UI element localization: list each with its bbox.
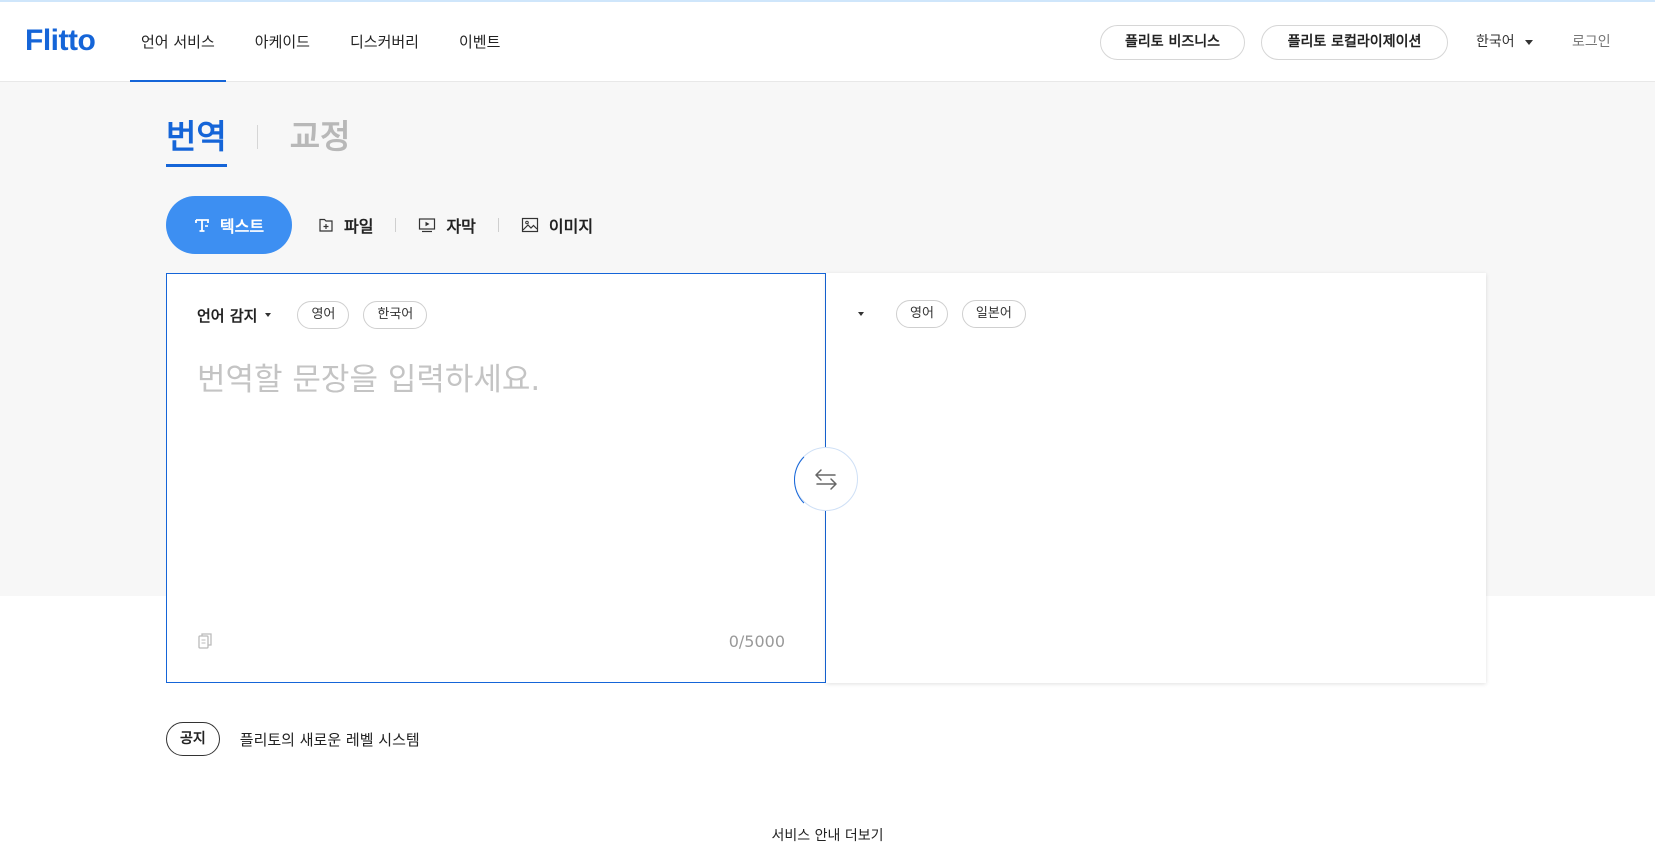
target-chip-japanese[interactable]: 일본어 xyxy=(961,300,1026,328)
copy-icon[interactable] xyxy=(197,632,213,654)
source-text-input[interactable] xyxy=(197,354,797,554)
login-link[interactable]: 로그인 xyxy=(1572,25,1611,60)
tab-proofread[interactable]: 교정 xyxy=(290,110,351,164)
chevron-down-icon[interactable] xyxy=(858,312,864,316)
swap-arrows-icon xyxy=(815,469,837,490)
notice-link[interactable]: 플리토의 새로운 레벨 시스템 xyxy=(240,729,420,750)
tab-subtitle-label: 자막 xyxy=(446,217,476,236)
service-info-more-link[interactable]: 서비스 안내 더보기 xyxy=(0,825,1655,845)
tab-subtitle[interactable]: 자막 xyxy=(418,196,476,254)
language-selector[interactable]: 한국어 xyxy=(1476,25,1533,60)
flitto-localization-button[interactable]: 플리토 로컬라이제이션 xyxy=(1261,25,1448,60)
source-chip-english[interactable]: 영어 xyxy=(297,301,350,329)
image-icon xyxy=(521,217,539,233)
target-chip-english[interactable]: 영어 xyxy=(896,300,948,328)
mode-tabs: 번역 교정 xyxy=(166,110,351,167)
source-panel: 언어 감지 영어 한국어 0/5000 xyxy=(166,273,826,683)
source-chip-korean[interactable]: 한국어 xyxy=(363,301,428,329)
tab-file-label: 파일 xyxy=(344,217,374,236)
tab-file[interactable]: 파일 xyxy=(318,196,373,254)
tab-image[interactable]: 이미지 xyxy=(521,196,593,254)
nav-event[interactable]: 이벤트 xyxy=(448,2,511,82)
source-language-row: 언어 감지 영어 한국어 xyxy=(197,301,441,329)
chevron-down-icon xyxy=(265,313,272,317)
nav-discovery[interactable]: 디스커버리 xyxy=(339,2,430,82)
nav-arcade[interactable]: 아케이드 xyxy=(244,2,321,82)
swap-languages-button[interactable] xyxy=(794,447,858,513)
file-add-icon xyxy=(319,218,333,232)
divider xyxy=(395,218,397,232)
language-selector-label: 한국어 xyxy=(1476,34,1515,50)
flitto-logo[interactable]: Flitto xyxy=(25,24,96,58)
notice-badge: 공지 xyxy=(166,722,220,756)
tab-text-label: 텍스트 xyxy=(219,217,265,236)
header: Flitto 언어 서비스 아케이드 디스커버리 이벤트 플리토 비즈니스 플리… xyxy=(0,2,1655,82)
input-type-tabs: 텍스트 파일 자막 이미지 xyxy=(166,196,593,254)
main-nav: 언어 서비스 아케이드 디스커버리 이벤트 xyxy=(130,2,529,82)
detect-language-dropdown[interactable]: 언어 감지 xyxy=(197,305,272,326)
divider xyxy=(256,125,258,149)
detect-language-label: 언어 감지 xyxy=(197,306,258,325)
text-format-icon xyxy=(195,219,209,232)
tab-translate[interactable]: 번역 xyxy=(166,110,227,167)
flitto-business-button[interactable]: 플리토 비즈니스 xyxy=(1100,25,1245,60)
tab-text[interactable]: 텍스트 xyxy=(166,196,292,254)
notice-bar: 공지 플리토의 새로운 레벨 시스템 xyxy=(166,722,420,756)
divider xyxy=(497,218,499,232)
tab-image-label: 이미지 xyxy=(548,217,594,236)
target-panel: 영어 일본어 xyxy=(826,273,1486,683)
nav-language-service[interactable]: 언어 서비스 xyxy=(130,2,226,82)
character-counter: 0/5000 xyxy=(728,632,785,651)
target-language-row: 영어 일본어 xyxy=(858,300,1040,328)
chevron-down-icon xyxy=(1524,40,1533,45)
video-play-icon xyxy=(419,218,436,233)
